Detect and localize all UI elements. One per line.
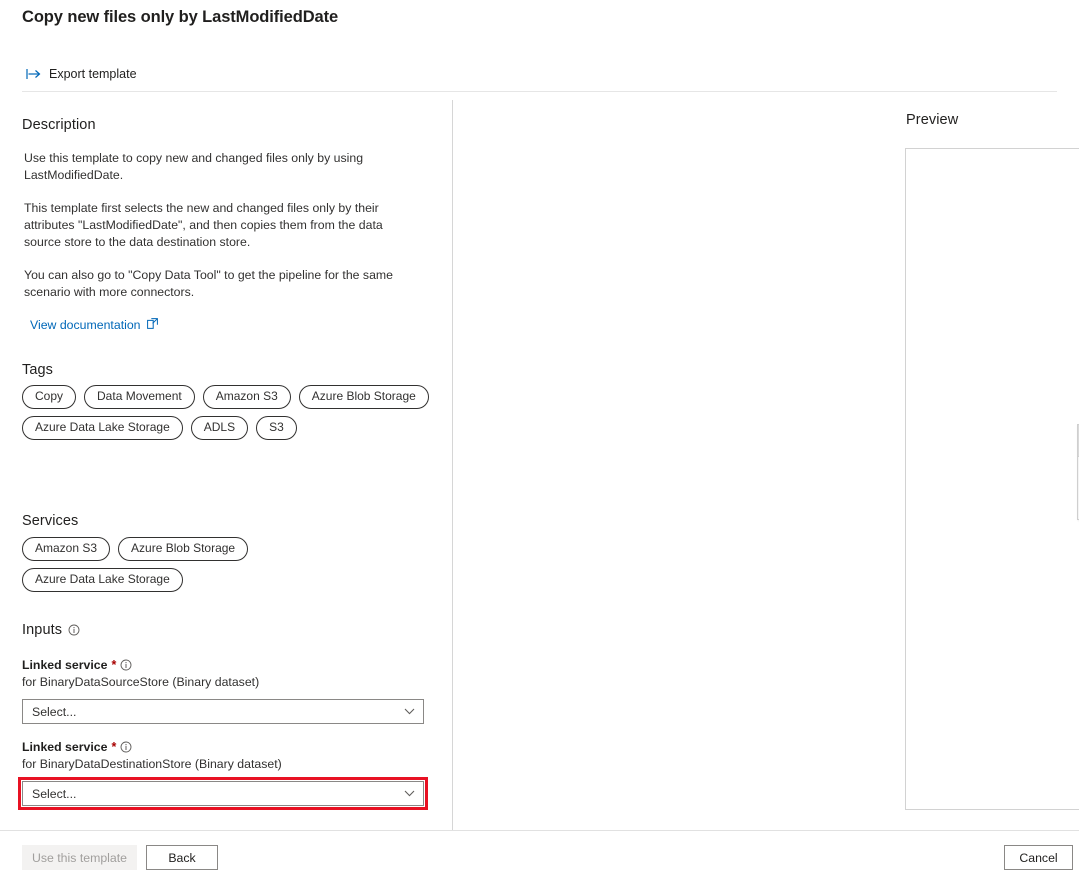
preview-heading: Preview	[906, 112, 958, 128]
tags-list: Copy Data Movement Amazon S3 Azure Blob …	[22, 385, 432, 440]
use-this-template-button[interactable]: Use this template	[22, 845, 137, 870]
description-body: Use this template to copy new and change…	[24, 150, 416, 317]
services-list: Amazon S3 Azure Blob Storage Azure Data …	[22, 537, 322, 592]
description-paragraph: This template first selects the new and …	[24, 200, 416, 251]
view-documentation-label: View documentation	[30, 318, 141, 332]
linked-service-destination-group: Linked service * for BinaryDataDestinati…	[22, 740, 426, 806]
info-circle-icon[interactable]	[120, 741, 132, 753]
export-template-button[interactable]: Export template	[22, 64, 141, 84]
inputs-heading: Inputs	[22, 622, 80, 638]
linked-service-label: Linked service *	[22, 658, 426, 672]
linked-service-sublabel: for BinaryDataDestinationStore (Binary d…	[22, 757, 426, 771]
tags-heading: Tags	[22, 362, 53, 378]
service-pill: Amazon S3	[22, 537, 110, 561]
required-marker: *	[111, 658, 116, 672]
linked-service-sublabel: for BinaryDataSourceStore (Binary datase…	[22, 675, 426, 689]
service-pill: Azure Data Lake Storage	[22, 568, 183, 592]
export-arrow-icon	[26, 68, 41, 80]
left-pane: Description Use this template to copy ne…	[0, 100, 452, 830]
description-paragraph: You can also go to "Copy Data Tool" to g…	[24, 267, 416, 301]
tag-pill: S3	[256, 416, 297, 440]
export-template-label: Export template	[49, 67, 137, 81]
external-link-icon	[147, 318, 158, 332]
tag-pill: Azure Blob Storage	[299, 385, 429, 409]
footer-bar: Use this template Back Cancel	[0, 831, 1079, 877]
template-detail-page: Copy new files only by LastModifiedDate …	[0, 0, 1079, 877]
tag-pill: Amazon S3	[203, 385, 291, 409]
chevron-down-icon	[404, 790, 415, 797]
info-circle-icon[interactable]	[120, 659, 132, 671]
tag-pill: Data Movement	[84, 385, 195, 409]
inputs-heading-label: Inputs	[22, 622, 62, 638]
view-documentation-link[interactable]: View documentation	[30, 318, 158, 332]
back-button[interactable]: Back	[146, 845, 218, 870]
linked-service-source-group: Linked service * for BinaryDataSourceSto…	[22, 658, 426, 724]
toolbar: Export template	[22, 60, 141, 88]
tag-pill: Azure Data Lake Storage	[22, 416, 183, 440]
page-title: Copy new files only by LastModifiedDate	[22, 8, 338, 27]
select-value: Select...	[32, 787, 76, 801]
linked-service-destination-select[interactable]: Select...	[22, 781, 424, 806]
description-heading: Description	[22, 117, 96, 133]
tag-pill: Copy	[22, 385, 76, 409]
required-marker: *	[111, 740, 116, 754]
select-value: Select...	[32, 705, 76, 719]
info-circle-icon[interactable]	[68, 624, 80, 636]
linked-service-label: Linked service *	[22, 740, 426, 754]
tag-pill: ADLS	[191, 416, 248, 440]
linked-service-label-text: Linked service	[22, 740, 107, 754]
linked-service-source-select[interactable]: Select...	[22, 699, 424, 724]
right-pane: Preview Copy data	[453, 100, 1079, 830]
service-pill: Azure Blob Storage	[118, 537, 248, 561]
description-paragraph: Use this template to copy new and change…	[24, 150, 416, 184]
toolbar-divider	[22, 91, 1057, 92]
preview-canvas[interactable]: Copy data	[905, 148, 1079, 810]
cancel-button[interactable]: Cancel	[1004, 845, 1073, 870]
services-heading: Services	[22, 513, 78, 529]
chevron-down-icon	[404, 708, 415, 715]
linked-service-label-text: Linked service	[22, 658, 107, 672]
